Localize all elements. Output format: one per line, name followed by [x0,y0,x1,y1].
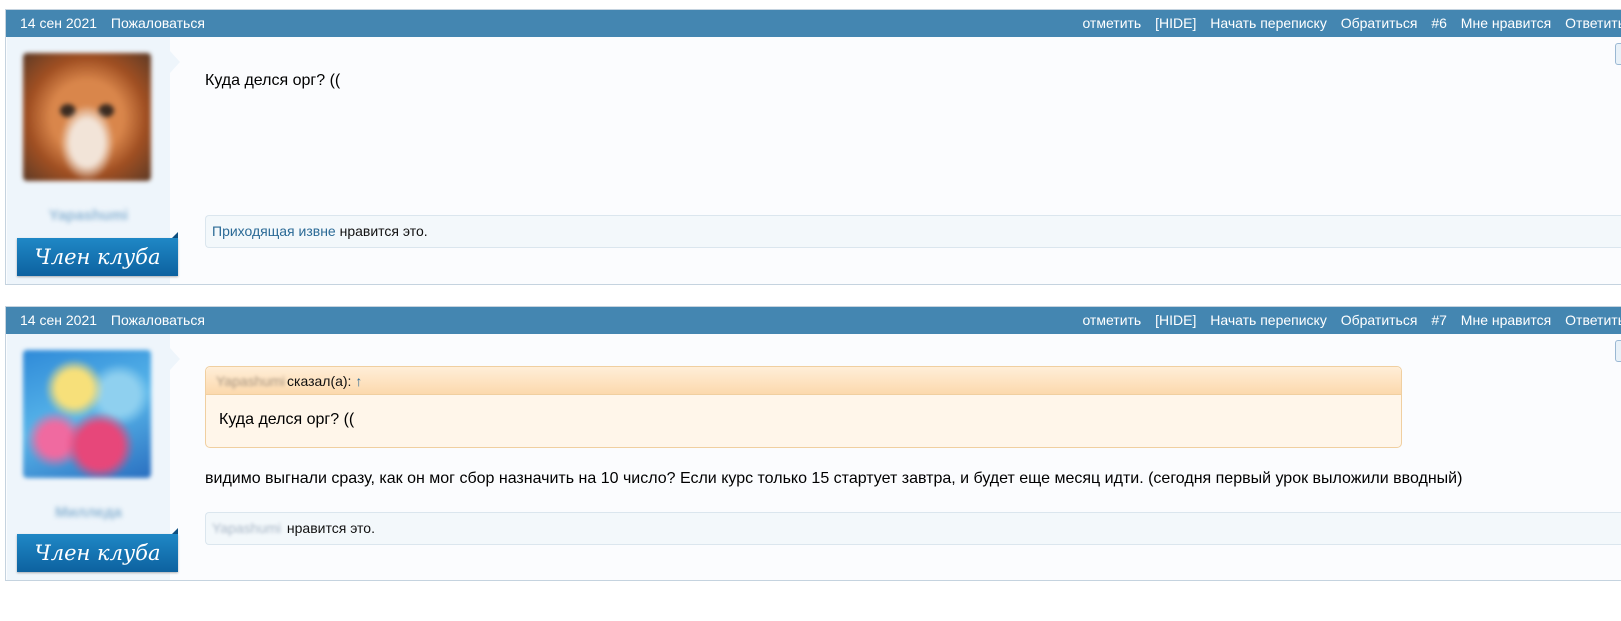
post-number-link[interactable]: #7 [1431,312,1447,328]
report-link[interactable]: Пожаловаться [111,312,205,328]
reply-link[interactable]: Ответить [1565,312,1621,328]
post-header-bar: 14 сен 2021 Пожаловаться отметить [HIDE]… [6,307,1621,334]
likes-summary: Yapashumi нравится это. [205,512,1621,545]
start-conversation-link[interactable]: Начать переписку [1210,15,1327,31]
like-link[interactable]: Мне нравится [1461,15,1551,31]
quote-header: Yapashumi сказал(а): ↑ [206,367,1401,395]
author-name[interactable]: Милледа [7,504,170,521]
rank-badge: Член клуба [17,232,178,276]
post: 14 сен 2021 Пожаловаться отметить [HIDE]… [5,9,1621,285]
liker-link[interactable]: Приходящая извне [212,223,336,239]
author-sidebar: Милледа Член клуба [7,334,180,580]
mark-link[interactable]: отметить [1082,15,1141,31]
sidebar-arrow [170,348,180,370]
multiquote-button[interactable] [1615,340,1621,362]
quote-said-label: сказал(а): [287,373,352,389]
mention-link[interactable]: Обратиться [1341,15,1418,31]
quoted-author[interactable]: Yapashumi [216,373,285,389]
mention-link[interactable]: Обратиться [1341,312,1418,328]
hide-link[interactable]: [HIDE] [1155,312,1196,328]
quote-text: Куда делся орг? (( [219,411,355,428]
post-message: видимо выгнали сразу, как он мог сбор на… [205,470,1463,487]
multiquote-button[interactable] [1615,43,1621,65]
start-conversation-link[interactable]: Начать переписку [1210,312,1327,328]
likes-summary: Приходящая извне нравится это. [205,215,1621,248]
liker-link[interactable]: Yapashumi [212,520,281,536]
report-link[interactable]: Пожаловаться [111,15,205,31]
quote-block: Yapashumi сказал(а): ↑ Куда делся орг? (( [205,366,1402,448]
post: 14 сен 2021 Пожаловаться отметить [HIDE]… [5,306,1621,581]
likes-text: нравится это. [286,520,375,536]
post-message: Куда делся орг? (( [205,72,341,89]
sidebar-arrow [170,51,180,73]
hide-link[interactable]: [HIDE] [1155,15,1196,31]
mark-link[interactable]: отметить [1082,312,1141,328]
go-to-quoted-post-icon[interactable]: ↑ [355,373,362,389]
avatar[interactable] [23,53,151,181]
author-name[interactable]: Yapashumi [7,207,170,224]
author-sidebar: Yapashumi Член клуба [7,37,180,284]
reply-link[interactable]: Ответить [1565,15,1621,31]
post-number-link[interactable]: #6 [1431,15,1447,31]
like-link[interactable]: Мне нравится [1461,312,1551,328]
avatar[interactable] [23,350,151,478]
post-date[interactable]: 14 сен 2021 [20,15,97,31]
post-header-bar: 14 сен 2021 Пожаловаться отметить [HIDE]… [6,10,1621,37]
post-date[interactable]: 14 сен 2021 [20,312,97,328]
rank-badge: Член клуба [17,528,178,572]
likes-text: нравится это. [339,223,428,239]
